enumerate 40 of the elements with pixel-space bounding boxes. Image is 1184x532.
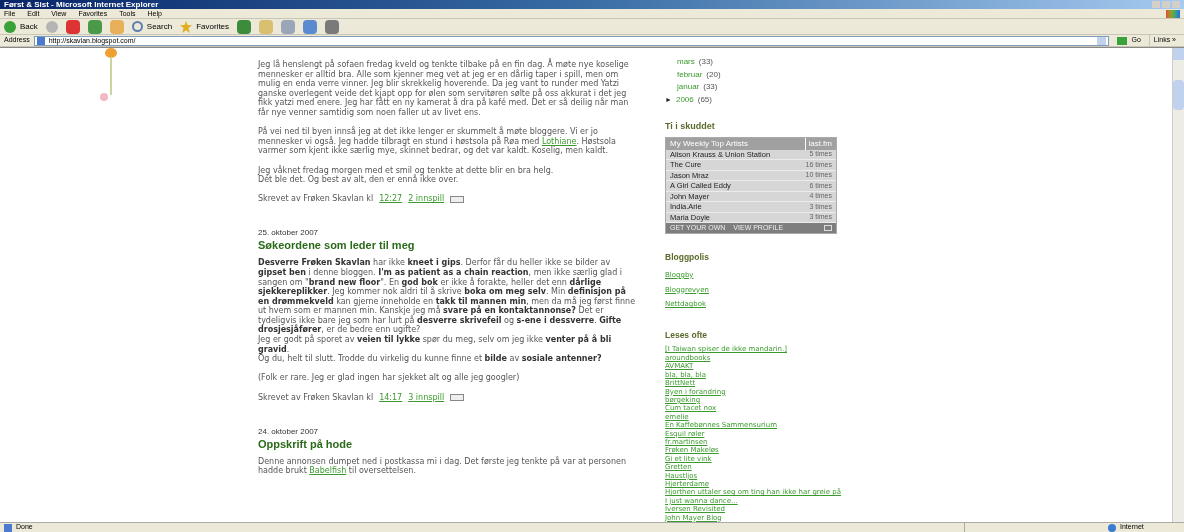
archive-link[interactable]: 2006 [675,93,694,106]
post-paragraph: Jeg er godt på sporet av veien til lykke spør du meg, selv om jeg ikke venter på å bli gravid. [258,335,613,355]
comments-link[interactable]: 3 innspill [408,392,445,403]
post-time-link[interactable]: 12:27 [379,194,403,205]
search-icon [131,21,143,32]
post-title[interactable]: Søkeordene som leder til meg [258,238,638,253]
section-heading: Bloggpolis [665,251,710,264]
post-byline: Skrevet av Frøken Skavlan kl [258,194,374,205]
flower-drawing [99,48,119,102]
archive-link[interactable]: mars [677,56,695,69]
post-byline: Skrevet av Frøken Skavlan kl [258,392,374,403]
comments-link[interactable]: 2 innspill [408,194,445,205]
archive-count: (33) [703,81,718,94]
archive-count: (33) [698,56,713,69]
post-date: 24. oktober 2007 [258,426,320,437]
post-paragraph: Jeg lå henslengt på sofaen fredag kveld og tenkte tilbake på en fin dag. Å møte nye koselige mennesker er alltid bra. Alle som kjenner meg vet at jeg er en dårlig taper i spill, men om mulig en enda verre vinner. Jeg blir skrekkelig hoverende. Da jeg vant to runder med Yatzi ganske overlegent veide det kjapt opp for ølen som servitøren sølte på oss akkurat i det jeg fikk yatzi med enere. Jeg har fått en ny kamerat å dra på kafé med. Det er så deilig når man får nye venner samtidig som noen faller ut av livet ens. [258,60,630,118]
post-paragraph: På vei ned til byen innså jeg at det ikke lenger er skummelt å møte bloggere. Vi er jo mennesker vi også. Jeg hadde tilbragt en stund i høstsola på Røa med Lothiane. Høstsola varmer som kjent ikke særlig mye, skinnet bedrar, og det var kaldt. Koselig, men kaldt. [258,127,617,156]
favorites-button[interactable]: Favorites [180,20,230,33]
star-icon [180,20,193,33]
search-button[interactable]: Search [131,20,173,33]
window-title: Først & Sist - Microsoft Internet Explorer [4,0,159,9]
widget-title: My Weekly Top Artists [670,137,748,150]
archive-link[interactable]: januar [677,81,700,94]
post-date: 25. oktober 2007 [258,228,320,239]
post-paragraph: Og du, helt til slutt. Trodde du virkelig du kunne finne et bilde av sosiale antenner? [258,354,603,364]
lastfm-logo: last.fm [805,137,832,150]
back-button[interactable]: Back [4,20,38,33]
scrollbar[interactable] [1172,48,1184,522]
text-link[interactable]: Babelfish [309,466,347,476]
archive-count: (20) [706,68,721,81]
archive-link[interactable]: februar [677,68,703,81]
post-paragraph: (Folk er rare. Jeg er glad ingen har sjekket alt og alle jeg googler) [258,373,521,384]
post-time-link[interactable]: 14:17 [379,392,403,403]
post-paragraph: Denne annonsen dumpet ned i postkassa mi i dag. Det første jeg tenkte på var at personen hadde brukt Babelfish til oversettelsen. [258,456,627,476]
post-paragraph: Dét ble det. Og best av alt, den er ennå ikke over. [258,175,460,185]
section-heading: Ti i skuddet [665,120,716,134]
archive-count: (65) [697,93,712,106]
section-heading: Leses ofte [665,328,709,342]
post-paragraph: Jeg våknet fredag morgen med et smil og tenkte at dette blir en bra helg. [258,165,555,176]
post-title[interactable]: Oppskrift på hode [258,436,638,451]
